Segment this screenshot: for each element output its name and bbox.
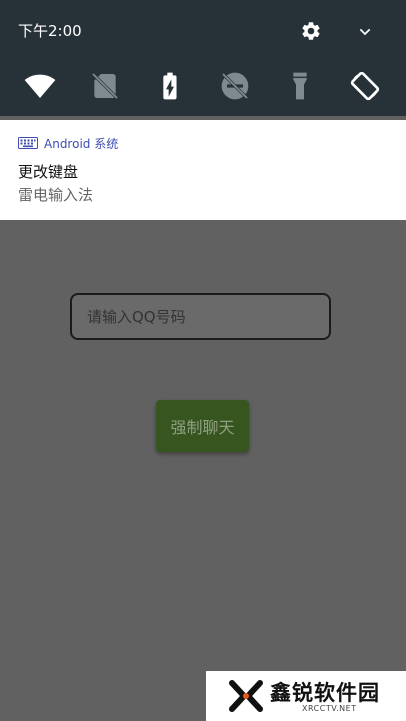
force-chat-button[interactable]: 强制聊天 [156,400,249,452]
notification-card[interactable]: Android 系统 更改键盘 雷电输入法 [0,120,406,220]
notification-app-name: Android 系统 [44,136,119,151]
keyboard-icon [18,137,38,149]
watermark-subtext: XRCCTV.NET [302,704,357,713]
status-time: 下午2:00 [18,22,82,40]
no-sim-icon[interactable] [89,70,121,102]
quick-settings-row [0,70,406,106]
chevron-down-icon[interactable] [356,24,374,40]
gear-icon[interactable] [300,20,322,42]
notification-text: 雷电输入法 [18,186,94,204]
notification-app-row: Android 系统 [18,135,118,151]
battery-charging-icon[interactable] [154,70,186,102]
watermark-logo-icon [228,679,264,713]
watermark: 鑫锐软件园 XRCCTV.NET [206,671,406,721]
notification-shade-header: 下午2:00 [0,0,406,116]
wifi-icon[interactable] [24,70,56,102]
flashlight-icon[interactable] [284,70,316,102]
do-not-disturb-off-icon[interactable] [219,70,251,102]
qq-number-input[interactable] [70,293,331,340]
watermark-text: 鑫锐软件园 [270,681,380,705]
notification-title: 更改键盘 [18,163,79,181]
auto-rotate-icon[interactable] [349,70,381,102]
